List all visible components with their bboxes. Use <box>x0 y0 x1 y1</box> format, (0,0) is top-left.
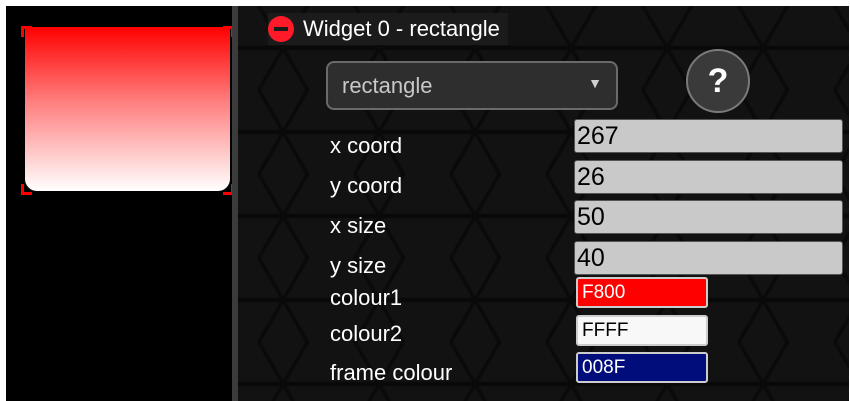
x-coord-input[interactable] <box>574 119 843 153</box>
x-size-input[interactable] <box>574 200 843 234</box>
selection-handle-top-left[interactable] <box>21 26 32 37</box>
x-coord-label: x coord <box>330 133 403 158</box>
y-size-input[interactable] <box>574 241 843 275</box>
widget-type-value: rectangle <box>342 72 433 98</box>
y-coord-label: y coord <box>330 173 403 198</box>
question-mark-icon: ? <box>707 61 729 100</box>
frame-colour-label: frame colour <box>330 360 453 385</box>
dropdown-arrow-icon: ▼ <box>588 75 602 91</box>
widget-properties-panel: Widget 0 - rectangle rectangle ▼ ? x coo… <box>238 6 849 401</box>
colour2-label: colour2 <box>330 321 403 346</box>
widget-type-select[interactable]: rectangle ▼ <box>326 61 618 110</box>
help-button[interactable]: ? <box>686 49 750 113</box>
x-size-label: x size <box>330 213 387 238</box>
colour1-picker[interactable]: F800 <box>576 277 708 308</box>
collapse-icon[interactable] <box>268 16 294 42</box>
y-coord-input[interactable] <box>574 160 843 194</box>
preview-pane <box>6 6 234 401</box>
colour2-picker[interactable]: FFFF <box>576 315 708 346</box>
frame-colour-picker[interactable]: 008F <box>576 352 708 383</box>
app-frame: Widget 0 - rectangle rectangle ▼ ? x coo… <box>6 6 849 401</box>
widget-title: Widget 0 - rectangle <box>303 16 500 41</box>
rectangle-widget-preview[interactable] <box>21 26 234 195</box>
colour1-label: colour1 <box>330 285 403 310</box>
y-size-label: y size <box>330 253 387 278</box>
widget-header[interactable]: Widget 0 - rectangle <box>268 13 508 45</box>
selection-handle-bottom-left[interactable] <box>21 184 32 195</box>
